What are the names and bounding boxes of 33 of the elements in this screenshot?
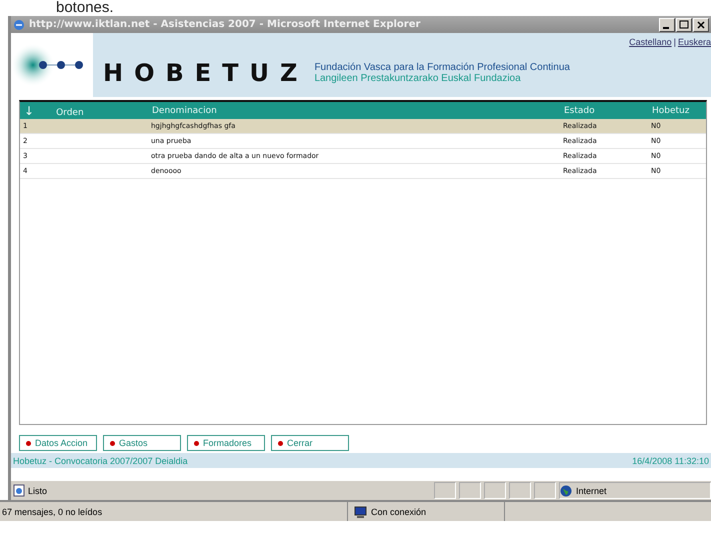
document-text: botones.	[56, 0, 114, 16]
column-header[interactable]: Orden	[56, 108, 84, 118]
brand-name: HOBETUZ	[103, 59, 308, 87]
language-link[interactable]: Castellano	[629, 37, 672, 47]
column-header[interactable]: Denominacion	[148, 102, 560, 119]
action-button[interactable]: Formadores	[187, 435, 265, 451]
status-pane	[534, 482, 556, 499]
computer-icon	[354, 506, 367, 518]
status-text: Listo	[28, 486, 48, 496]
status-pane	[459, 482, 481, 499]
subtitle: Langileen Prestakuntzarako Euskal Fundazioa	[314, 73, 522, 84]
minimize-icon[interactable]	[659, 18, 675, 32]
status-pane	[484, 482, 506, 499]
action-button[interactable]: Cerrar	[271, 435, 349, 451]
maximize-icon[interactable]	[676, 18, 692, 32]
zone-text: Internet	[576, 486, 607, 496]
sort-icon[interactable]: ↓	[24, 104, 34, 118]
column-header[interactable]: Hobetuz	[648, 102, 706, 119]
action-button[interactable]: Datos Accion	[19, 435, 97, 451]
status-pane	[509, 482, 531, 499]
status-text: Con conexión	[371, 506, 426, 516]
window-title: http://www.iktlan.net - Asistencias 2007 - Microsoft Internet Explorer	[29, 19, 422, 30]
column-header[interactable]: Estado	[560, 102, 648, 119]
status-pane	[434, 482, 456, 499]
separator: |	[674, 37, 676, 47]
close-icon[interactable]	[693, 18, 709, 32]
action-button[interactable]: Gastos	[103, 435, 181, 451]
status-text: 67 mensajes, 0 no leídos	[1, 506, 104, 516]
language-link[interactable]: Euskera	[678, 37, 711, 47]
timestamp: 16/4/2008 11:32:10	[632, 456, 709, 466]
globe-icon	[560, 484, 572, 496]
footer-text: Hobetuz - Convocatoria 2007/2007 Deialdia	[13, 456, 188, 466]
subtitle: Fundación Vasca para la Formación Profesional Continua	[314, 62, 570, 73]
